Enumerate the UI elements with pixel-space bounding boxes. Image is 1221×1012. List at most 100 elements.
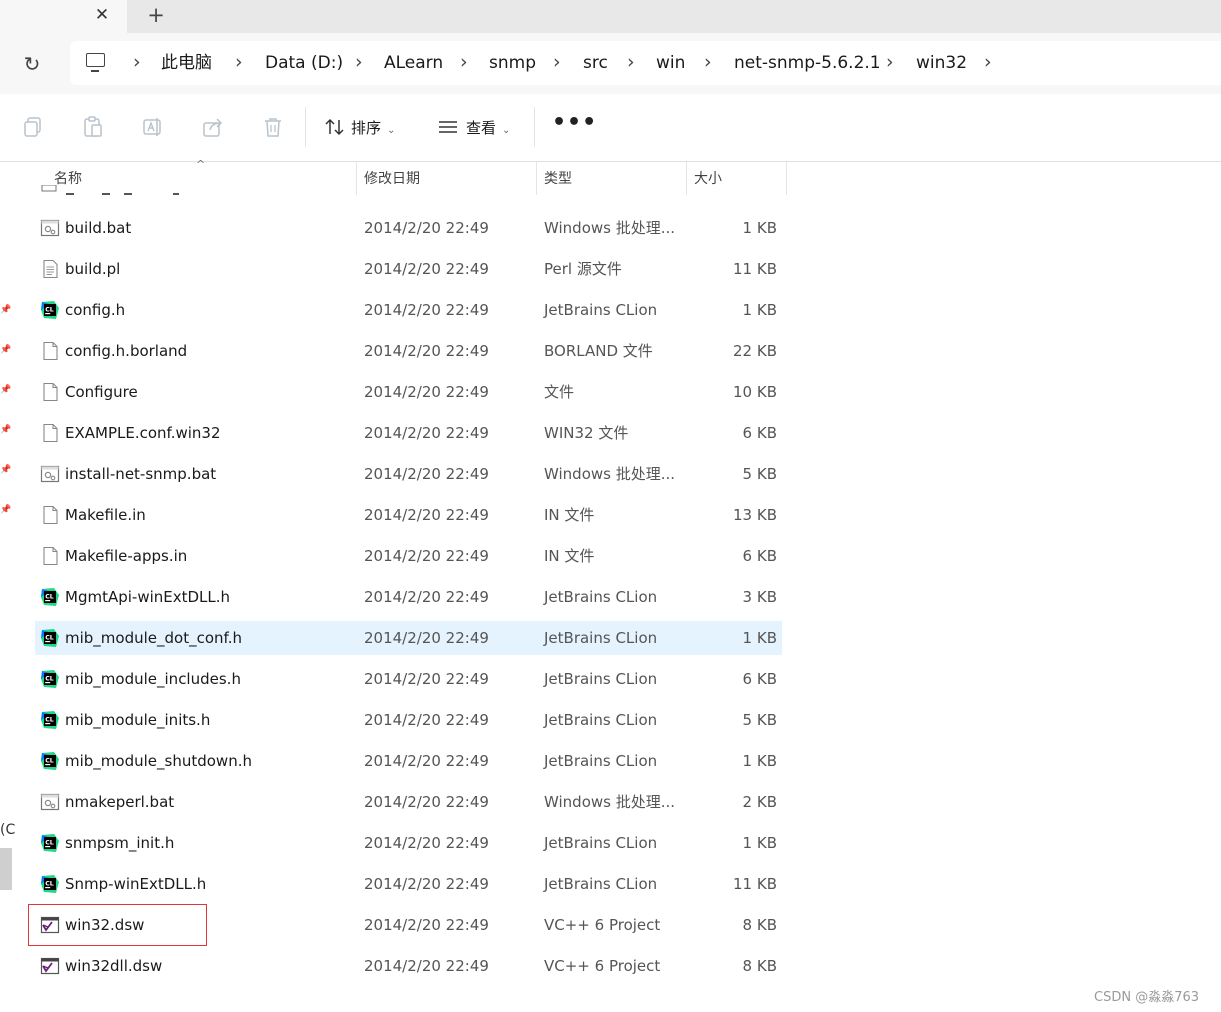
file-size: 10 KB (733, 383, 777, 401)
breadcrumb-chevron-icon[interactable]: › (553, 41, 561, 85)
pin-icon[interactable]: 📌 (0, 345, 11, 355)
breadcrumb-chevron-icon[interactable]: › (133, 41, 141, 85)
annotation-highlight-box (28, 904, 207, 946)
tab-strip: ✕ + (0, 0, 1221, 33)
file-name: mib_module_inits.h (65, 711, 211, 729)
copy-icon[interactable] (22, 116, 44, 138)
file-type: Windows 批处理... (544, 793, 676, 811)
blank-file-icon (40, 341, 60, 361)
address-bar[interactable]: › › › › › › › › › 此电脑 Data (D:) ALearn snmp src win net… (70, 41, 1221, 85)
file-size: 5 KB (742, 711, 777, 729)
file-row[interactable]: CL mib_module_dot_conf.h 2014/2/20 22:49 Je… (35, 621, 782, 655)
file-type: IN 文件 (544, 547, 595, 565)
clion-icon: CL (40, 669, 60, 689)
nav-scrollbar-thumb[interactable] (0, 848, 12, 890)
breadcrumb-item[interactable]: ALearn (384, 41, 443, 85)
scrolled-row-remnant (41, 184, 179, 195)
file-size: 6 KB (742, 424, 777, 442)
file-row[interactable]: CL mib_module_includes.h 2014/2/20 22:49 Je… (35, 662, 782, 696)
file-size: 3 KB (742, 588, 777, 606)
pin-icon[interactable]: 📌 (0, 385, 11, 395)
file-row[interactable]: CL Snmp-winExtDLL.h 2014/2/20 22:49 JetBrai… (35, 867, 782, 901)
file-row[interactable]: install-net-snmp.bat 2014/2/20 22:49 Windo… (35, 457, 782, 491)
file-date: 2014/2/20 22:49 (364, 301, 489, 319)
toolbar-divider (305, 107, 306, 147)
file-date: 2014/2/20 22:49 (364, 588, 489, 606)
pin-icon[interactable]: 📌 (0, 505, 11, 515)
file-row[interactable]: Makefile-apps.in 2014/2/20 22:49 IN 文件 6 KB (35, 539, 782, 573)
breadcrumb-item[interactable]: Data (D:) (265, 41, 343, 85)
breadcrumb-chevron-icon[interactable]: › (355, 41, 363, 85)
pin-icon[interactable]: 📌 (0, 425, 11, 435)
column-divider[interactable] (356, 162, 357, 195)
file-row[interactable]: config.h.borland 2014/2/20 22:49 BORLAND 文… (35, 334, 782, 368)
file-row[interactable]: Configure 2014/2/20 22:49 文件 10 KB (35, 375, 782, 409)
file-row[interactable]: build.pl 2014/2/20 22:49 Perl 源文件 11 KB (35, 252, 782, 286)
breadcrumb-chevron-icon[interactable]: › (235, 41, 243, 85)
pin-icon[interactable]: 📌 (0, 305, 11, 315)
navigation-pane: 📌 📌 📌 📌 📌 📌 (C (0, 162, 15, 1012)
breadcrumb-item[interactable]: win (656, 41, 685, 85)
breadcrumb-item[interactable]: 此电脑 (161, 41, 212, 85)
breadcrumb-item[interactable]: win32 (916, 41, 967, 85)
svg-text:CL: CL (45, 839, 54, 846)
file-size: 6 KB (742, 670, 777, 688)
clion-icon: CL (40, 874, 60, 894)
batch-file-icon (40, 464, 60, 484)
refresh-icon[interactable]: ↻ (18, 50, 46, 78)
column-date[interactable]: 修改日期 (364, 162, 420, 195)
file-date: 2014/2/20 22:49 (364, 957, 489, 975)
share-icon[interactable] (202, 116, 224, 138)
breadcrumb-chevron-icon[interactable]: › (460, 41, 468, 85)
file-size: 8 KB (742, 916, 777, 934)
breadcrumb-item[interactable]: src (583, 41, 608, 85)
clion-icon: CL (40, 628, 60, 648)
sort-ascending-icon: ^ (196, 158, 206, 171)
delete-icon[interactable] (262, 116, 284, 138)
column-type[interactable]: 类型 (544, 162, 572, 195)
file-name: config.h.borland (65, 342, 188, 360)
file-name: mib_module_includes.h (65, 670, 241, 688)
file-size: 1 KB (742, 834, 777, 852)
active-tab[interactable]: ✕ (0, 0, 127, 33)
file-name: Configure (65, 383, 138, 401)
file-row[interactable]: CL config.h 2014/2/20 22:49 JetBrains CLion… (35, 293, 782, 327)
rename-icon[interactable] (142, 116, 164, 138)
file-date: 2014/2/20 22:49 (364, 793, 489, 811)
column-divider[interactable] (536, 162, 537, 195)
sort-button[interactable]: 排序 ⌄ (325, 114, 395, 142)
file-row[interactable]: CL MgmtApi-winExtDLL.h 2014/2/20 22:49 JetB… (35, 580, 782, 614)
column-divider[interactable] (686, 162, 687, 195)
file-row[interactable]: CL mib_module_inits.h 2014/2/20 22:49 JetBr… (35, 703, 782, 737)
breadcrumb-item[interactable]: net-snmp-5.6.2.1 (734, 41, 881, 85)
breadcrumb-chevron-icon[interactable]: › (704, 41, 712, 85)
column-divider[interactable] (786, 162, 787, 195)
file-row[interactable]: CL mib_module_shutdown.h 2014/2/20 22:49 Je… (35, 744, 782, 778)
command-bar: 排序 ⌄ 查看 ⌄ ••• (0, 94, 1221, 162)
file-row[interactable]: build.bat 2014/2/20 22:49 Windows 批处理... 1 … (35, 211, 782, 245)
close-icon[interactable]: ✕ (90, 3, 114, 27)
file-name: win32dll.dsw (65, 957, 163, 975)
file-type: JetBrains CLion (544, 711, 658, 729)
breadcrumb-chevron-icon[interactable]: › (627, 41, 635, 85)
breadcrumb-chevron-icon[interactable]: › (984, 41, 992, 85)
plus-icon[interactable]: + (144, 3, 168, 27)
file-type: JetBrains CLion (544, 301, 658, 319)
breadcrumb-item[interactable]: snmp (489, 41, 536, 85)
chevron-down-icon: ⌄ (502, 125, 511, 136)
blank-file-icon (40, 382, 60, 402)
file-row[interactable]: win32dll.dsw 2014/2/20 22:49 VC++ 6 Projec… (35, 949, 782, 983)
more-options-icon[interactable]: ••• (552, 112, 596, 140)
nav-item-partial[interactable]: (C (0, 822, 15, 838)
breadcrumb-chevron-icon[interactable]: › (886, 41, 894, 85)
file-row[interactable]: EXAMPLE.conf.win32 2014/2/20 22:49 WIN32 文… (35, 416, 782, 450)
column-size[interactable]: 大小 (694, 162, 722, 195)
file-date: 2014/2/20 22:49 (364, 670, 489, 688)
file-row[interactable]: Makefile.in 2014/2/20 22:49 IN 文件 13 KB (35, 498, 782, 532)
pin-icon[interactable]: 📌 (0, 465, 11, 475)
paste-icon[interactable] (82, 116, 104, 138)
computer-icon[interactable] (86, 53, 105, 72)
file-row[interactable]: CL snmpsm_init.h 2014/2/20 22:49 JetBrains … (35, 826, 782, 860)
file-row[interactable]: nmakeperl.bat 2014/2/20 22:49 Windows 批处理.… (35, 785, 782, 819)
view-button[interactable]: 查看 ⌄ (438, 114, 510, 142)
